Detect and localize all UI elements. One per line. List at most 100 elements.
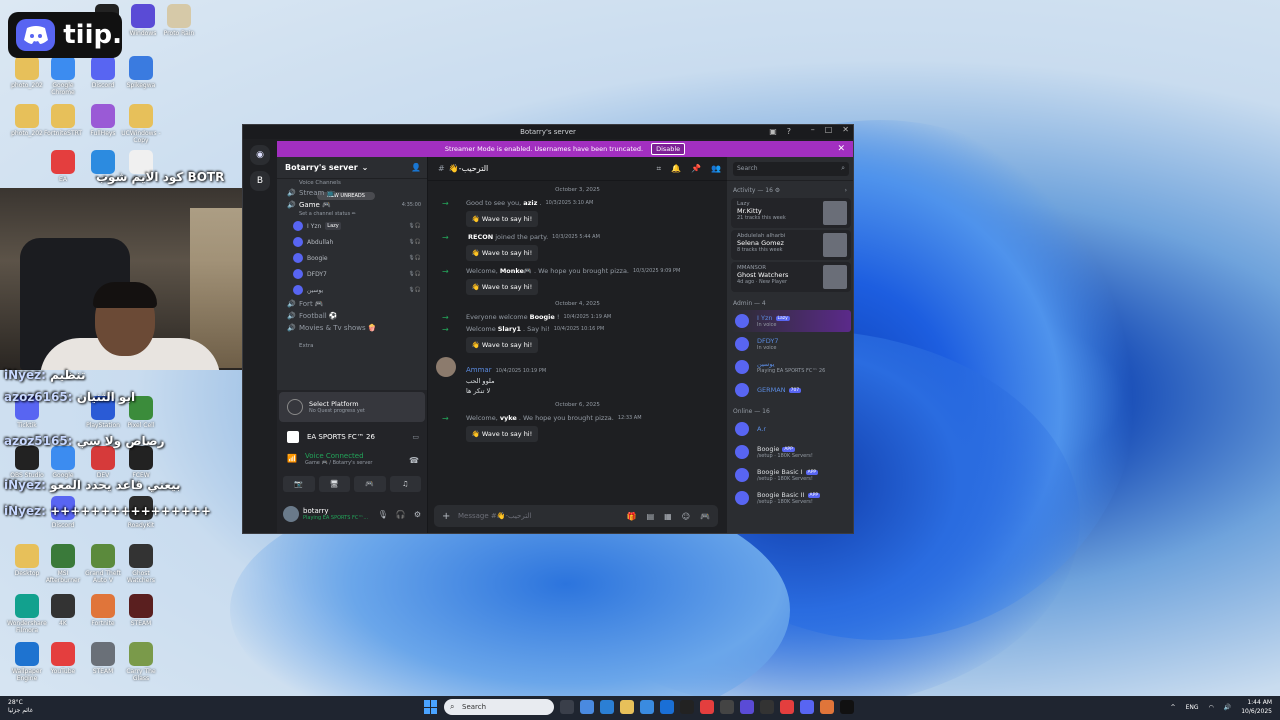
copilot-icon[interactable] — [580, 700, 594, 714]
wave-button[interactable]: 👋 Wave to say hi! — [466, 211, 538, 227]
voice-user[interactable]: Abdullah 🎙🎧 — [277, 234, 427, 250]
maximize-button[interactable]: □ — [825, 125, 833, 134]
youtube-icon[interactable] — [700, 700, 714, 714]
sticker-icon[interactable]: ▦ — [664, 512, 672, 521]
channel-status[interactable]: Set a channel status ✏ — [277, 211, 427, 218]
close-icon[interactable]: ✕ — [837, 144, 845, 154]
desktop-icon[interactable]: Ghost Watchers — [118, 544, 164, 584]
voice-user[interactable]: DFDY7 🎙🎧 — [277, 266, 427, 282]
member-item[interactable]: GERMAN 707 — [731, 379, 851, 401]
voice-channel[interactable]: 🔊 Fort 🎮 — [277, 298, 427, 310]
disconnect-icon[interactable]: ☎ — [409, 456, 419, 465]
activity-header[interactable]: Activity — 16 ⚙ › — [727, 181, 853, 196]
outlook-icon[interactable] — [660, 700, 674, 714]
disable-button[interactable]: Disable — [651, 143, 686, 155]
voice-user[interactable]: يوسين 🎙🎧 — [277, 282, 427, 298]
soundboard-button[interactable]: ♫ — [389, 476, 421, 492]
chevron-right-icon[interactable]: › — [845, 187, 847, 194]
screen-share-icon[interactable]: ▭ — [412, 433, 419, 441]
desktop-icon[interactable]: FCEW — [118, 446, 164, 479]
member-item[interactable]: يوسين Playing EA SPORTS FC™ 26 — [731, 356, 851, 378]
teams-icon[interactable] — [740, 700, 754, 714]
voice-channels-category[interactable]: Voice Channels — [277, 179, 427, 187]
member-item[interactable]: DFDY7 In voice — [731, 333, 851, 355]
message-author[interactable]: Ammar — [466, 366, 492, 374]
pin-icon[interactable]: 📌 — [691, 164, 701, 174]
search-input[interactable]: Search ⌕ — [733, 161, 849, 176]
wave-button[interactable]: 👋 Wave to say hi! — [466, 426, 538, 442]
member-name[interactable]: Boogie — [530, 313, 555, 321]
close-button[interactable]: ✕ — [842, 125, 849, 134]
obs-icon[interactable] — [840, 700, 854, 714]
wave-button[interactable]: 👋 Wave to say hi! — [466, 245, 538, 261]
message-composer[interactable]: + Message #👋-الترحيب 🎁 ▤ ▦ ☺ 🎮 — [434, 505, 718, 527]
help-icon[interactable]: ? — [787, 127, 791, 136]
wave-button[interactable]: 👋 Wave to say hi! — [466, 279, 538, 295]
discord-home-icon[interactable]: ◉ — [250, 145, 270, 165]
gif-icon[interactable]: ▤ — [647, 512, 655, 521]
member-item[interactable]: Boogie Basic II APP/setup · 180K Servers! — [731, 487, 851, 509]
server-name[interactable]: Botarry's server ⌄ 👤 — [277, 157, 427, 179]
member-name[interactable]: Monke🎮 — [500, 267, 532, 275]
member-item[interactable]: A.r — [731, 418, 851, 440]
voice-channel[interactable]: 🔊 Stream 📺 — [277, 187, 427, 199]
voice-channel[interactable]: 🔊 Football ⚽ — [277, 310, 427, 322]
user-avatar[interactable] — [283, 506, 299, 522]
firefox-icon[interactable] — [820, 700, 834, 714]
add-friend-icon[interactable]: 👤 — [411, 163, 421, 172]
microphone-icon[interactable]: 🎙 — [378, 510, 388, 519]
activity-button[interactable]: 🎮 — [354, 476, 386, 492]
screen-share-button[interactable]: 🖥 — [318, 476, 350, 492]
taskbar-search[interactable]: ⌕ Search — [444, 699, 554, 715]
member-item[interactable]: Boogie APP/setup · 180K Servers! — [731, 441, 851, 463]
extra-category[interactable]: Extra — [277, 340, 427, 352]
voice-user[interactable]: Boogie 🎙🎧 — [277, 250, 427, 266]
discord-taskbar-icon[interactable] — [800, 700, 814, 714]
voice-user[interactable]: I Yzn Lazy 🎙🎧 — [277, 218, 427, 234]
minimize-button[interactable]: – — [811, 125, 815, 134]
desktop-icon[interactable]: UCWindows - Copy — [118, 104, 164, 144]
file-explorer-icon[interactable] — [620, 700, 634, 714]
user-avatar[interactable] — [436, 357, 456, 377]
activity-card[interactable]: Lazy Mr.Kitty 21 tracks this week — [731, 198, 851, 228]
windows-start-icon[interactable] — [424, 700, 438, 714]
server-icon[interactable]: B — [250, 171, 270, 191]
member-name[interactable]: Slary1 — [498, 325, 521, 333]
threads-icon[interactable]: ⌗ — [657, 164, 662, 174]
task-view-icon[interactable] — [560, 700, 574, 714]
youtube-icon[interactable] — [780, 700, 794, 714]
apps-icon[interactable]: 🎮 — [700, 512, 710, 521]
member-item[interactable]: Boogie Basic I APP/setup · 180K Servers! — [731, 464, 851, 486]
member-item[interactable]: I Yzn Lazy In voice — [731, 310, 851, 332]
headphones-icon[interactable]: 🎧 — [396, 510, 406, 519]
voice-channel[interactable]: 🔊 Movies & Tv shows 🍿 — [277, 322, 427, 334]
tray-chevron-icon[interactable]: ^ — [1171, 704, 1176, 711]
member-name[interactable]: aziz — [523, 199, 537, 207]
weather-widget[interactable]: 28°C غائم جزئيا — [8, 699, 33, 715]
member-name[interactable]: vyke — [500, 414, 517, 422]
attach-plus-icon[interactable]: + — [442, 511, 450, 522]
volume-icon[interactable]: 🔊 — [1224, 704, 1231, 711]
capcut-icon[interactable] — [720, 700, 734, 714]
store-icon[interactable] — [640, 700, 654, 714]
activity-card[interactable]: MMANSOR Ghost Watchers 4d ago · New Player — [731, 262, 851, 292]
username[interactable]: botarry — [303, 507, 368, 515]
desktop-icon[interactable]: Carry The Glass — [118, 642, 164, 682]
steam-icon[interactable] — [680, 700, 694, 714]
emoji-icon[interactable]: ☺ — [682, 512, 690, 521]
select-platform-card[interactable]: Select Platform No Quest progress yet — [279, 392, 425, 422]
wave-button[interactable]: 👋 Wave to say hi! — [466, 337, 538, 353]
clock[interactable]: 1:44 AM 10/6/2025 — [1241, 698, 1272, 716]
members-icon[interactable]: 👥 — [711, 164, 721, 174]
gift-icon[interactable]: 🎁 — [627, 512, 637, 521]
compose-placeholder[interactable]: Message #👋-الترحيب — [458, 512, 531, 520]
voice-channel[interactable]: 🔊 Game 🎮 4:35:00 — [277, 199, 427, 211]
inbox-icon[interactable]: ▣ — [769, 127, 777, 136]
wifi-icon[interactable]: ◠ — [1209, 704, 1214, 711]
desktop-icon[interactable]: STEAM — [118, 594, 164, 627]
game-activity[interactable]: EA SPORTS FC™ 26 ▭ — [277, 426, 427, 448]
edge-icon[interactable] — [600, 700, 614, 714]
member-name[interactable]: RECON — [468, 233, 493, 241]
app-icon[interactable] — [760, 700, 774, 714]
bell-icon[interactable]: 🔔 — [671, 164, 681, 174]
